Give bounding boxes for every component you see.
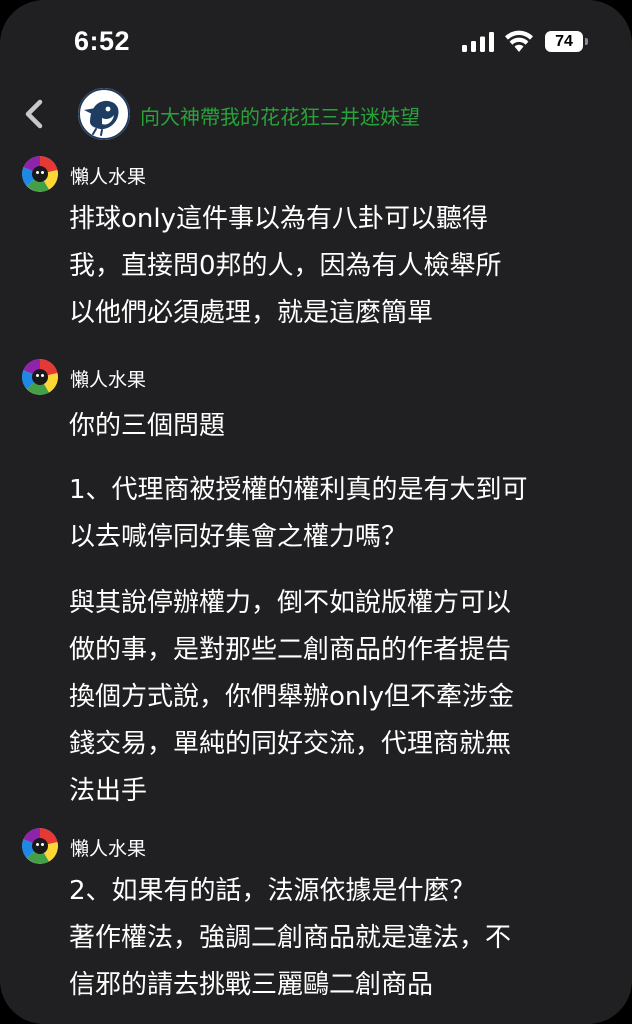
sender-avatar[interactable] bbox=[22, 828, 58, 864]
message-line: 法出手 bbox=[69, 776, 148, 806]
battery-level: 74 bbox=[555, 33, 573, 50]
battery-tip bbox=[585, 38, 588, 45]
sender-name: 懶人水果 bbox=[70, 369, 147, 391]
group-avatar[interactable] bbox=[78, 88, 130, 140]
message-text: 2、如果有的話，法源依據是什麼？ 著作權法，強調二創商品就是違法，不 信邪的請去… bbox=[69, 868, 609, 1009]
chevron-left-icon[interactable] bbox=[18, 96, 52, 132]
battery-icon: 74 bbox=[545, 31, 588, 52]
message-text: 排球only這件事以為有八卦可以聽得 我，直接問0邦的人，因為有人檢舉所 以他們… bbox=[69, 196, 609, 337]
message-line: 你的三個問題 bbox=[69, 411, 226, 441]
message-line: 做的事，是對那些二創商品的作者提告 bbox=[69, 635, 512, 665]
message-line: 以去喊停同好集會之權力嗎？ bbox=[69, 522, 408, 552]
message-line: 著作權法，強調二創商品就是違法，不 bbox=[69, 923, 512, 953]
message-line: 排球only這件事以為有八卦可以聽得 bbox=[69, 204, 488, 234]
message-text: 與其說停辦權力，倒不如說版權方可以 做的事，是對那些二創商品的作者提告 換個方式… bbox=[69, 580, 609, 815]
penguin-avatar-icon bbox=[78, 88, 130, 140]
message-line: 2、如果有的話，法源依據是什麼？ bbox=[69, 876, 476, 906]
wifi-icon bbox=[505, 30, 533, 52]
message-line: 換個方式說，你們舉辦only但不牽涉金 bbox=[69, 682, 514, 712]
status-time: 6:52 bbox=[74, 26, 131, 56]
message-text: 1、代理商被授權的權利真的是有大到可 以去喊停同好集會之權力嗎？ bbox=[69, 467, 609, 561]
fruit-avatar-icon bbox=[22, 156, 58, 192]
sender-avatar[interactable] bbox=[22, 359, 58, 395]
message-line: 信邪的請去挑戰三麗鷗二創商品 bbox=[69, 970, 434, 1000]
fruit-avatar-icon bbox=[22, 828, 58, 864]
chat-screen: 6:52 74 向大神帶我的花花狂三井迷妹望 懶人水果 排球only這件事以為有… bbox=[0, 0, 632, 1024]
message-line: 以他們必須處理，就是這麼簡單 bbox=[69, 298, 434, 328]
status-bar: 6:52 74 bbox=[0, 0, 632, 84]
group-title[interactable]: 向大神帶我的花花狂三井迷妹望 bbox=[140, 101, 420, 130]
fruit-avatar-icon bbox=[22, 359, 58, 395]
message-line: 錢交易，單純的同好交流，代理商就無 bbox=[69, 729, 512, 759]
message-line: 與其說停辦權力，倒不如說版權方可以 bbox=[69, 588, 512, 618]
message-line: 我，直接問0邦的人，因為有人檢舉所 bbox=[69, 251, 502, 281]
chat-header: 向大神帶我的花花狂三井迷妹望 bbox=[0, 86, 632, 144]
cellular-signal-icon bbox=[462, 32, 494, 52]
sender-name: 懶人水果 bbox=[70, 838, 147, 860]
message-text: 你的三個問題 bbox=[69, 403, 609, 450]
sender-name: 懶人水果 bbox=[70, 166, 147, 188]
message-line: 1、代理商被授權的權利真的是有大到可 bbox=[69, 475, 528, 505]
sender-avatar[interactable] bbox=[22, 156, 58, 192]
